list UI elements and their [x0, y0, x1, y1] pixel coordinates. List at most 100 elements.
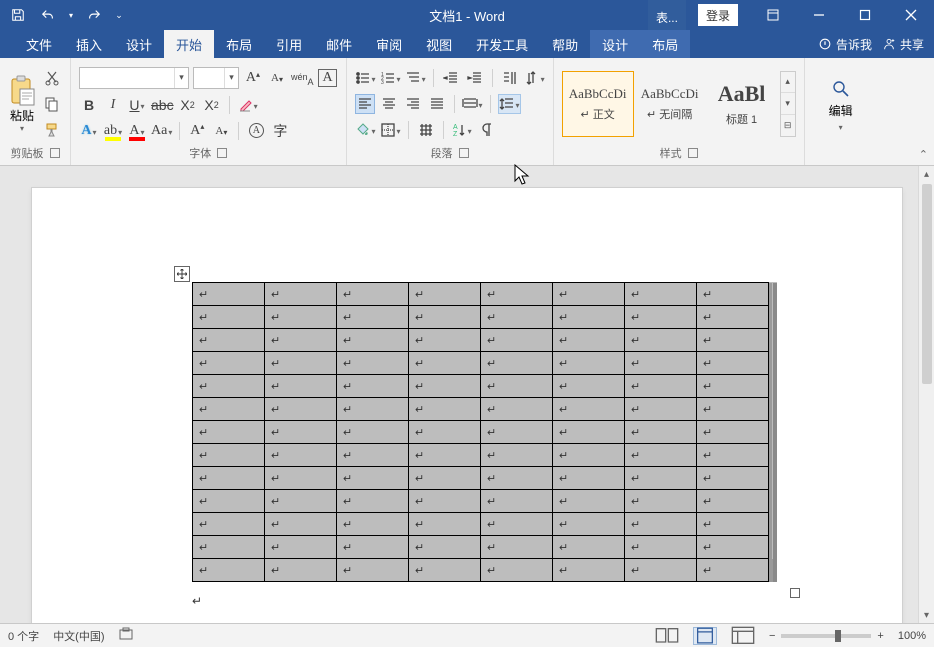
- table-cell[interactable]: ↵: [409, 329, 481, 352]
- clear-formatting-button[interactable]: [237, 95, 258, 115]
- table-cell[interactable]: ↵: [553, 329, 625, 352]
- table-cell[interactable]: ↵: [409, 283, 481, 306]
- tab-help[interactable]: 帮助: [540, 30, 590, 58]
- table-cell[interactable]: ↵: [193, 375, 265, 398]
- tab-table-layout[interactable]: 布局: [640, 30, 690, 58]
- table-cell[interactable]: ↵: [265, 329, 337, 352]
- table-cell[interactable]: ↵: [697, 375, 769, 398]
- table-cell[interactable]: ↵: [337, 352, 409, 375]
- char-shading-a-button[interactable]: A▴: [187, 121, 207, 141]
- subscript-button[interactable]: X2: [178, 95, 198, 115]
- table-cell[interactable]: ↵: [193, 306, 265, 329]
- table-cell[interactable]: ↵: [697, 421, 769, 444]
- table-cell[interactable]: ↵: [409, 306, 481, 329]
- vertical-scrollbar[interactable]: ▴ ▾: [918, 166, 934, 623]
- style-nospacing[interactable]: AaBbCcDi ↵ 无间隔: [634, 71, 706, 137]
- table-cell[interactable]: ↵: [265, 398, 337, 421]
- table-cell[interactable]: ↵: [553, 398, 625, 421]
- table-resize-handle[interactable]: [790, 588, 800, 598]
- tab-table-design[interactable]: 设计: [590, 30, 640, 58]
- table-cell[interactable]: ↵: [481, 444, 553, 467]
- table-cell[interactable]: ↵: [625, 444, 697, 467]
- table-cell[interactable]: ↵: [337, 283, 409, 306]
- clipboard-launcher[interactable]: [50, 148, 60, 158]
- enclosed-char-button[interactable]: A: [246, 121, 266, 141]
- maximize-button[interactable]: [842, 0, 888, 30]
- table-cell[interactable]: ↵: [625, 306, 697, 329]
- redo-button[interactable]: [82, 3, 106, 27]
- table-cell[interactable]: ↵: [481, 536, 553, 559]
- collapse-ribbon-button[interactable]: ⌃: [919, 148, 928, 161]
- table-cell[interactable]: ↵: [409, 536, 481, 559]
- table-cell[interactable]: ↵: [193, 398, 265, 421]
- table-cell[interactable]: ↵: [553, 444, 625, 467]
- table-cell[interactable]: ↵: [265, 536, 337, 559]
- table-cell[interactable]: ↵: [625, 375, 697, 398]
- tab-home[interactable]: 开始: [164, 30, 214, 58]
- decrease-indent-button[interactable]: [441, 68, 461, 88]
- table-cell[interactable]: ↵: [265, 490, 337, 513]
- table-cell[interactable]: ↵: [193, 421, 265, 444]
- phonetic-guide-button[interactable]: wénA: [291, 68, 314, 88]
- table-cell[interactable]: ↵: [481, 283, 553, 306]
- table-cell[interactable]: ↵: [553, 375, 625, 398]
- table-cell[interactable]: ↵: [481, 375, 553, 398]
- tab-layout[interactable]: 布局: [214, 30, 264, 58]
- table-cell[interactable]: ↵: [409, 490, 481, 513]
- table-cell[interactable]: ↵: [193, 536, 265, 559]
- superscript-button[interactable]: X2: [202, 95, 222, 115]
- table-cell[interactable]: ↵: [409, 352, 481, 375]
- table-cell[interactable]: ↵: [481, 421, 553, 444]
- table-cell[interactable]: ↵: [193, 559, 265, 582]
- table-cell[interactable]: ↵: [193, 444, 265, 467]
- table-cell[interactable]: ↵: [697, 329, 769, 352]
- cut-button[interactable]: [42, 68, 62, 88]
- table-cell[interactable]: ↵: [337, 559, 409, 582]
- multilevel-list-button[interactable]: [405, 68, 426, 88]
- numbering-button[interactable]: 123: [380, 68, 401, 88]
- zoom-in-button[interactable]: +: [877, 630, 883, 642]
- qat-customize[interactable]: ⌄: [112, 3, 126, 27]
- table-cell[interactable]: ↵: [697, 306, 769, 329]
- table-cell[interactable]: ↵: [265, 283, 337, 306]
- table-cell[interactable]: ↵: [337, 421, 409, 444]
- table-cell[interactable]: ↵: [481, 490, 553, 513]
- align-center-button[interactable]: [379, 94, 399, 114]
- shading-button[interactable]: [355, 120, 376, 140]
- italic-button[interactable]: I: [103, 95, 123, 115]
- styles-scroll-down[interactable]: ▾: [781, 93, 795, 115]
- copy-button[interactable]: [42, 94, 62, 114]
- shrink-font-button[interactable]: A▾: [267, 68, 287, 88]
- table-cell[interactable]: ↵: [697, 444, 769, 467]
- table-cell[interactable]: ↵: [625, 536, 697, 559]
- bold-button[interactable]: B: [79, 95, 99, 115]
- language-status[interactable]: 中文(中国): [53, 628, 104, 644]
- zoom-handle[interactable]: [835, 630, 841, 642]
- table-cell[interactable]: ↵: [481, 398, 553, 421]
- tab-references[interactable]: 引用: [264, 30, 314, 58]
- word-table[interactable]: ↵↵↵↵↵↵↵↵↵↵↵↵↵↵↵↵↵↵↵↵↵↵↵↵↵↵↵↵↵↵↵↵↵↵↵↵↵↵↵↵…: [192, 282, 777, 582]
- zoom-slider[interactable]: − +: [769, 630, 884, 642]
- zoom-level[interactable]: 100%: [898, 630, 926, 642]
- table-cell[interactable]: ↵: [697, 398, 769, 421]
- snap-to-grid-button[interactable]: [416, 120, 436, 140]
- ribbon-display-options[interactable]: [750, 0, 796, 30]
- table-cell[interactable]: ↵: [481, 306, 553, 329]
- table-cell[interactable]: ↵: [697, 467, 769, 490]
- table-cell[interactable]: ↵: [625, 283, 697, 306]
- table-cell[interactable]: ↵: [625, 467, 697, 490]
- grow-font-button[interactable]: A▴: [243, 68, 263, 88]
- paragraph-launcher[interactable]: [459, 148, 469, 158]
- table-cell[interactable]: ↵: [193, 329, 265, 352]
- table-cell[interactable]: ↵: [553, 352, 625, 375]
- tab-mailings[interactable]: 邮件: [314, 30, 364, 58]
- tab-design[interactable]: 设计: [114, 30, 164, 58]
- style-heading1[interactable]: AaBl 标题 1: [706, 71, 778, 137]
- table-cell[interactable]: ↵: [265, 352, 337, 375]
- table-cell[interactable]: ↵: [625, 513, 697, 536]
- text-effects-button[interactable]: A: [79, 121, 99, 141]
- table-cell[interactable]: ↵: [697, 283, 769, 306]
- table-cell[interactable]: ↵: [409, 375, 481, 398]
- table-cell[interactable]: ↵: [337, 513, 409, 536]
- table-cell[interactable]: ↵: [193, 513, 265, 536]
